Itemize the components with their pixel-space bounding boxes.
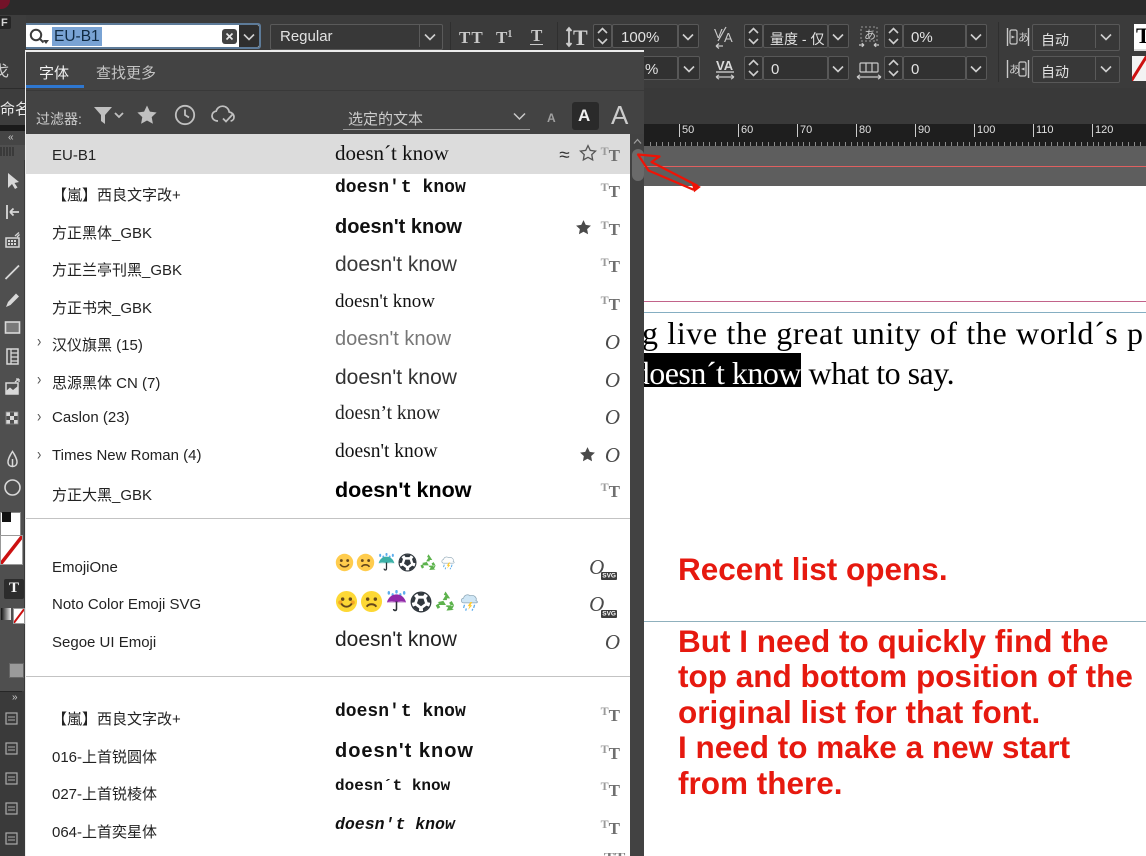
svg-text:あ: あ	[864, 28, 876, 42]
svg-text:VA: VA	[716, 58, 734, 73]
svg-text:あ: あ	[1018, 31, 1029, 44]
svg-text:あ: あ	[1009, 63, 1020, 76]
svg-text:A: A	[724, 30, 733, 45]
svg-text:T: T	[573, 25, 588, 49]
